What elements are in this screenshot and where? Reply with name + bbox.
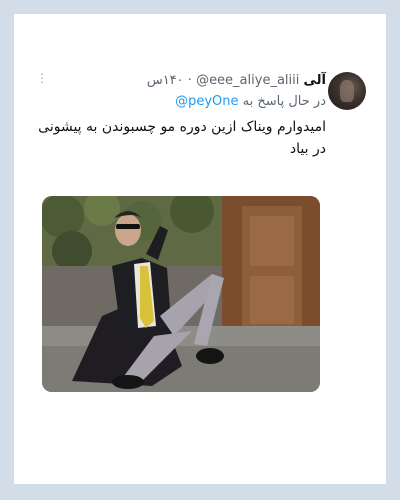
display-name[interactable]: آلی — [304, 73, 327, 88]
reply-context: در حال پاسخ به @peyOne — [175, 93, 326, 111]
tweet-header: آلی @eee_aliye_aliii · ۱۴۰س — [147, 72, 326, 90]
more-options-icon[interactable]: ⋮ — [36, 72, 48, 84]
avatar[interactable] — [328, 72, 366, 110]
reply-prefix: در حال پاسخ به — [242, 94, 326, 109]
tweet-card: ⋮ آلی @eee_aliye_aliii · ۱۴۰س در حال پاس… — [14, 14, 386, 484]
reply-mention-link[interactable]: @peyOne — [175, 94, 238, 109]
tweet-text: امیدوارم ویناک ازین دوره مو چسبوندن به پ… — [38, 119, 326, 157]
user-handle[interactable]: @eee_aliye_aliii — [196, 73, 299, 88]
tweet-photo[interactable] — [42, 196, 320, 392]
separator-dot: · — [187, 73, 192, 88]
timestamp[interactable]: ۱۴۰س — [147, 73, 184, 88]
photo-illustration — [42, 196, 320, 392]
